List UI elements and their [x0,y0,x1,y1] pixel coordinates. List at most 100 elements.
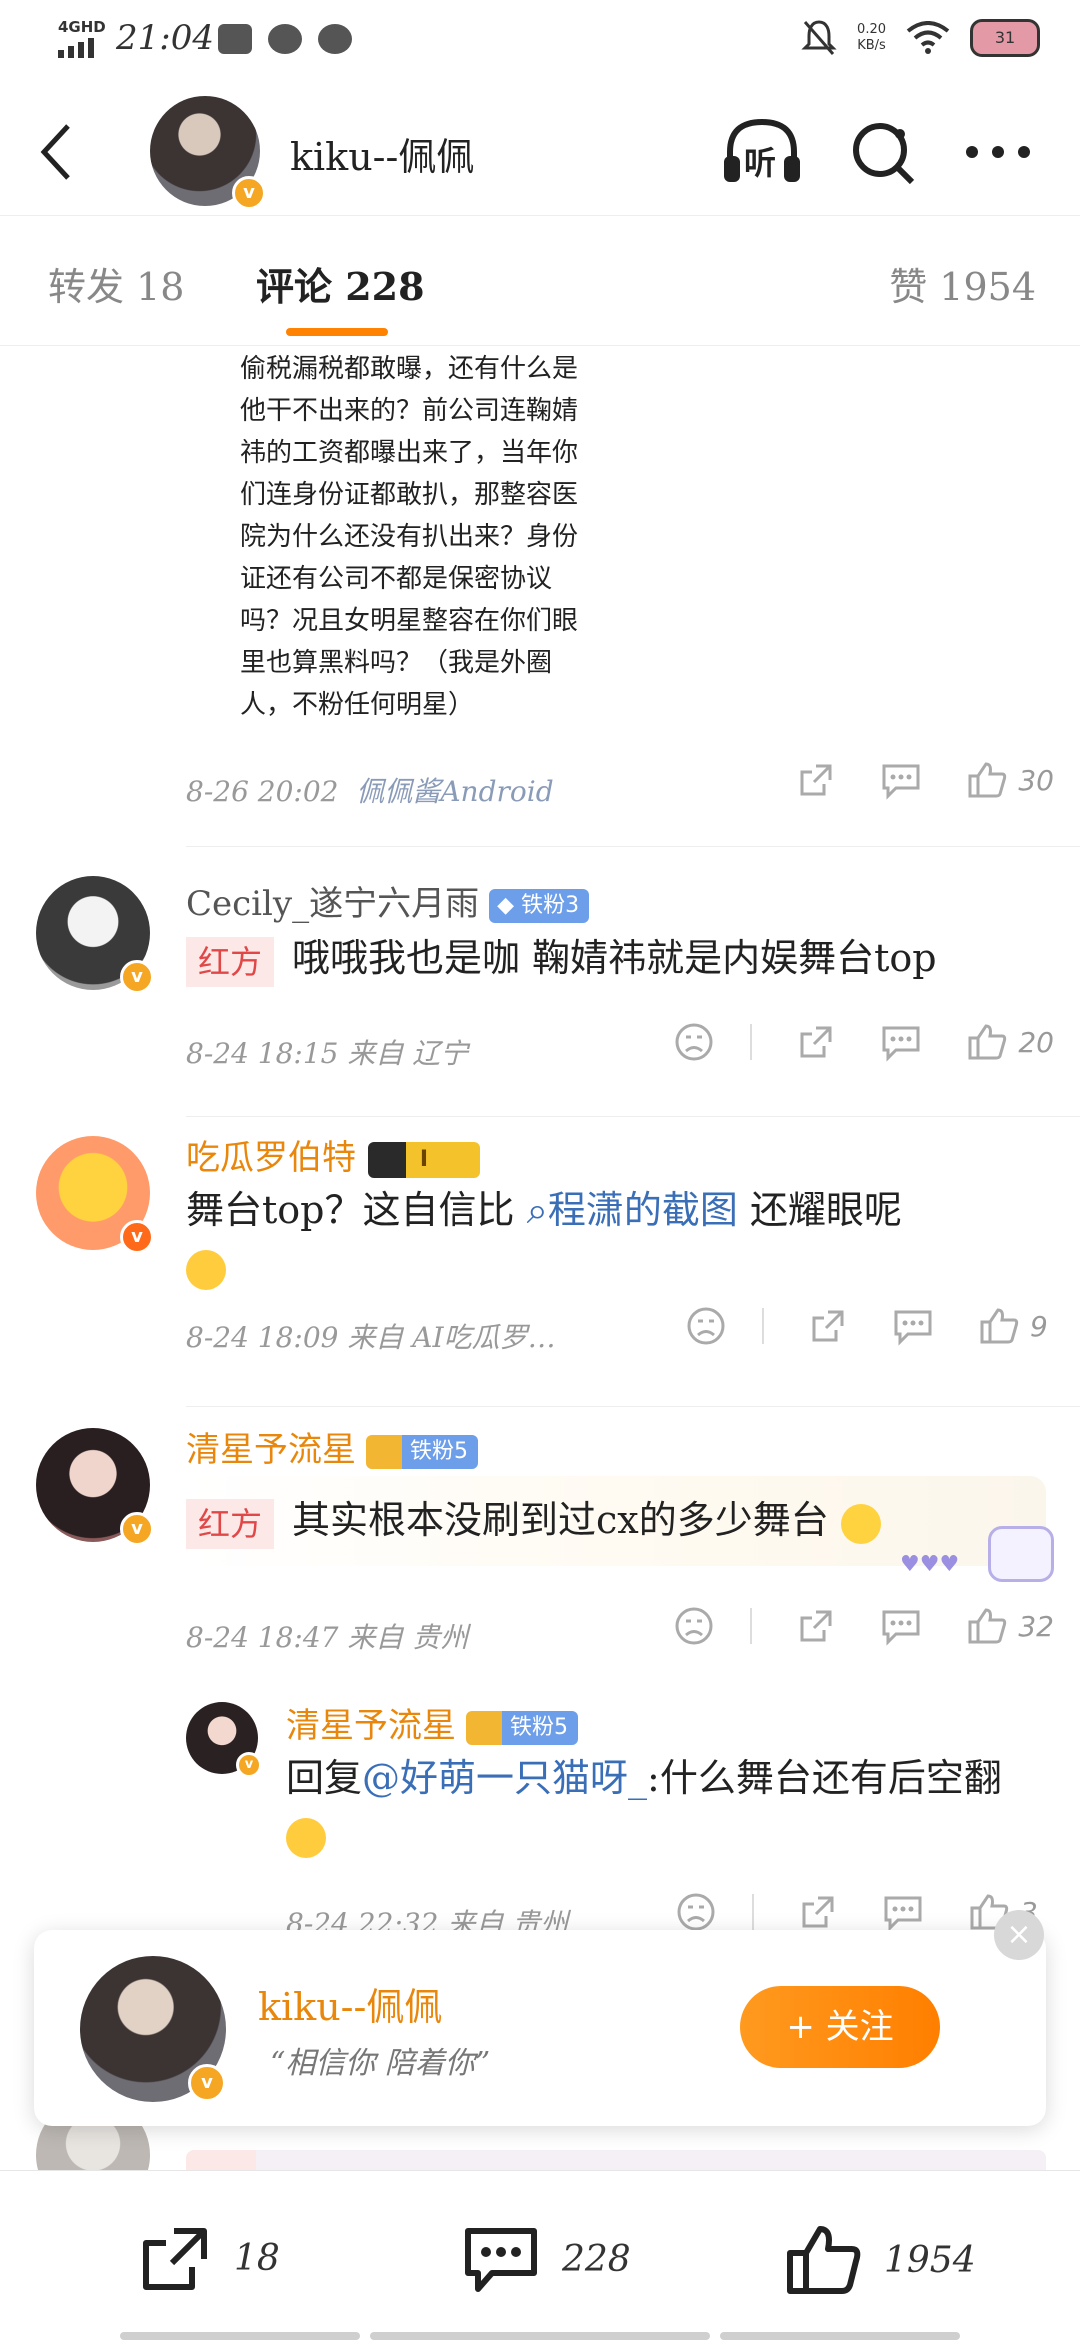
follow-card-quote: “相信你 陪着你” [270,2046,491,2081]
comment-username[interactable]: 清星予流星 铁粉5 [186,1422,478,1471]
dislike-button[interactable] [674,1022,714,1062]
divider [186,1116,1080,1117]
repost-button[interactable] [808,1306,848,1346]
dislike-button[interactable] [686,1306,726,1346]
separator [750,1024,753,1060]
bottom-action-bar: 18 228 1954 [0,2170,1080,2340]
separator [750,1608,753,1644]
back-icon[interactable] [36,122,76,182]
avatar[interactable]: v [36,876,154,994]
repost-count: 18 [234,2237,280,2279]
divider [186,1406,1080,1407]
repost-button[interactable] [796,760,836,800]
fan-badge: ◆ 铁粉3 [489,889,590,923]
signal-icon [58,38,94,58]
avatar[interactable]: v [80,1956,226,2102]
thumbs-up-icon [968,1024,1007,1060]
like-button[interactable]: 30 [966,760,1054,800]
thumbs-up-icon [787,2226,861,2294]
topic-link[interactable]: ⌕程潇的截图 [514,1188,738,1232]
comment-actions: 9 [642,1306,1054,1346]
like-button[interactable]: 32 [966,1606,1054,1646]
dislike-button[interactable] [674,1606,714,1646]
share-icon [800,1026,832,1058]
red-side-tag: 红方 [186,936,275,987]
home-indicator [370,2332,710,2340]
crown-badge: I [368,1142,480,1178]
comment-button[interactable] [880,1022,922,1062]
avatar[interactable]: v [186,1702,262,1778]
comment-icon [882,1610,920,1646]
reply-username[interactable]: 清星予流星 铁粉5 [286,1698,578,1747]
laughing-emoji-icon [186,1249,226,1290]
wechat-icon [268,24,302,54]
verified-badge-icon: v [120,960,154,994]
tab-comments[interactable]: 评论 228 [256,256,425,311]
search-icon[interactable] [846,116,926,188]
comment-text: 偷税漏税都敢曝，还有什么是他干不出来的？前公司连鞠婧祎的工资都曝出来了，当年你们… [240,354,579,720]
follow-button[interactable]: + 关注 [740,1986,940,2068]
verified-badge-icon: v [120,1512,154,1546]
comment-button[interactable]: 228 [462,2223,631,2295]
like-button[interactable]: 9 [978,1306,1054,1346]
verified-badge-icon: v [236,1752,262,1778]
comment-username[interactable]: 吃瓜罗伯特 I [186,1130,480,1179]
comment-button[interactable] [882,1892,924,1932]
like-button[interactable]: 20 [966,1022,1054,1062]
share-icon [800,764,832,796]
comment-icon [882,764,920,800]
page-title[interactable]: kiku--佩佩 [290,126,474,181]
avatar[interactable]: v [36,1428,154,1546]
clock: 21:04 [116,18,214,58]
comment-button[interactable] [892,1306,934,1346]
comment-meta: 8-26 20:02 佩佩酱Android [186,775,554,808]
share-icon [812,1310,844,1342]
separator [762,1308,764,1344]
repost-button[interactable] [796,1022,836,1062]
comment-text: 红方 哦哦我也是咖 鞠婧祎就是内娱舞台top [186,930,1046,987]
status-bar: 4GHD 21:04 0.20 KB/s 31 [0,0,1080,80]
comment-username[interactable]: Cecily_遂宁六月雨 ◆ 铁粉3 [186,876,590,925]
separator [752,1894,754,1930]
tab-likes[interactable]: 赞 1954 [889,256,1036,311]
like-button[interactable]: 1954 [784,2223,976,2297]
close-icon[interactable]: × [994,1910,1044,1960]
repost-button[interactable] [798,1892,838,1932]
network-speed: 0.20 KB/s [857,22,886,53]
tab-bar: 转发 18 评论 228 赞 1954 [0,216,1080,346]
reply-actions: 3 [632,1892,1044,1932]
avatar[interactable]: v [36,1136,154,1254]
sad-face-icon [677,1893,715,1931]
follow-card-name[interactable]: kiku--佩佩 [258,1976,442,2031]
comment-text: 舞台top？这自信比 ⌕程潇的截图 还耀眼呢 [186,1182,1046,1294]
dislike-button[interactable] [676,1892,716,1932]
comment-icon [884,1896,922,1932]
mention-link[interactable]: @好萌一只猫呀_ [362,1756,647,1800]
sad-face-icon [687,1307,725,1345]
share-icon [800,1610,832,1642]
comment-actions: 32 [630,1606,1054,1646]
comment-actions: 20 [630,1022,1054,1062]
listen-icon[interactable]: 听 [722,116,802,188]
verified-badge-icon: v [120,1220,154,1254]
scared-emoji-icon [286,1817,326,1858]
avatar[interactable]: v [150,96,266,210]
crying-emoji-icon [840,1503,881,1544]
comment-actions: 30 [752,760,1054,800]
comment-icon [882,1026,920,1062]
weibo-icon [318,24,352,54]
comment-icon [465,2228,537,2292]
verified-badge-icon: v [188,2064,226,2102]
tab-repost[interactable]: 转发 18 [48,256,184,311]
thumbs-up-icon [968,762,1007,798]
repost-button[interactable]: 18 [138,2223,280,2293]
home-indicator [120,2332,360,2340]
active-tab-indicator [286,328,388,336]
share-icon [802,1896,834,1928]
comment-button[interactable] [880,760,922,800]
comment-button[interactable] [880,1606,922,1646]
repost-button[interactable] [796,1606,836,1646]
more-icon[interactable] [960,116,1040,188]
comment-meta: 8-24 18:47 来自 贵州 [186,1621,469,1654]
fan-badge: 铁粉5 [466,1711,578,1745]
